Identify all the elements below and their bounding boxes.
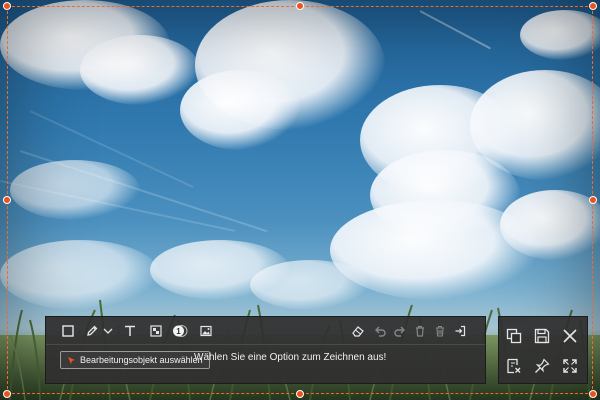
resize-handle-right[interactable] — [589, 196, 597, 204]
image-icon[interactable] — [196, 321, 216, 341]
resize-handle-top[interactable] — [296, 2, 304, 10]
step-number-label: 1 — [176, 327, 181, 336]
resize-handle-top-right[interactable] — [589, 2, 597, 10]
save-as-icon[interactable] — [503, 355, 525, 377]
rectangle-icon[interactable] — [58, 321, 78, 341]
mosaic-icon[interactable] — [146, 321, 166, 341]
redo-icon[interactable] — [390, 321, 410, 341]
resize-handle-bottom-right[interactable] — [589, 390, 597, 398]
delete-icon[interactable] — [410, 321, 430, 341]
drawing-toolbar: 1 Bearbeitungsobjekt auswählen Wählen Si… — [45, 316, 486, 384]
option-row: Bearbeitungsobjekt auswählen Wählen Sie … — [46, 345, 485, 383]
select-edit-object-button[interactable]: Bearbeitungsobjekt auswählen — [60, 351, 210, 369]
clear-all-icon[interactable] — [430, 321, 450, 341]
resize-handle-bottom-left[interactable] — [3, 390, 11, 398]
pin-icon[interactable] — [531, 355, 553, 377]
close-icon[interactable] — [559, 325, 581, 347]
text-icon[interactable] — [120, 321, 140, 341]
drawing-hint-text: Wählen Sie eine Option zum Zeichnen aus! — [194, 352, 387, 363]
exit-icon[interactable] — [450, 321, 470, 341]
fullscreen-icon[interactable] — [559, 355, 581, 377]
copy-icon[interactable] — [503, 325, 525, 347]
step-number-icon[interactable]: 1 — [170, 321, 190, 341]
eraser-icon[interactable] — [348, 321, 368, 341]
cursor-icon — [68, 356, 75, 364]
save-icon[interactable] — [531, 325, 553, 347]
tool-row: 1 — [46, 317, 485, 345]
action-panel — [498, 316, 588, 384]
resize-handle-left[interactable] — [3, 196, 11, 204]
resize-handle-top-left[interactable] — [3, 2, 11, 10]
select-edit-object-label: Bearbeitungsobjekt auswählen — [80, 355, 203, 365]
chevron-down-icon[interactable] — [98, 321, 118, 341]
resize-handle-bottom[interactable] — [296, 390, 304, 398]
undo-icon[interactable] — [370, 321, 390, 341]
